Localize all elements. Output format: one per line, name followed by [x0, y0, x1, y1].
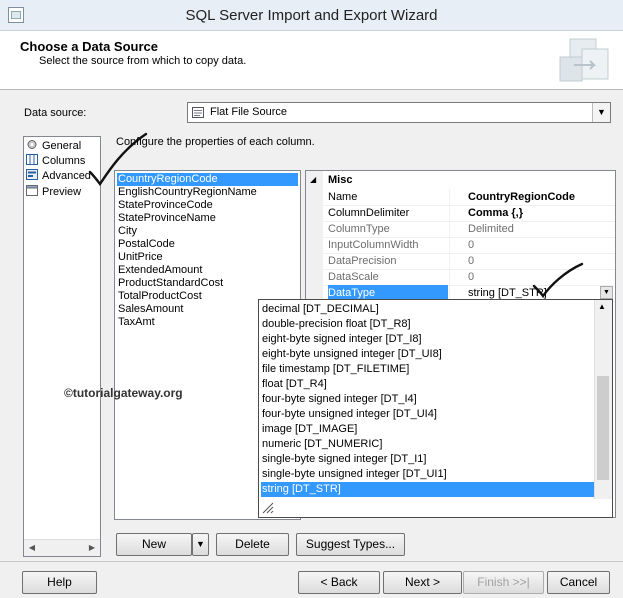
help-button[interactable]: Help — [22, 571, 97, 594]
dropdown-option[interactable]: double-precision float [DT_R8] — [261, 317, 595, 332]
property-value[interactable]: CountryRegionCode — [449, 189, 613, 205]
cancel-button[interactable]: Cancel — [547, 571, 610, 594]
dropdown-option[interactable]: numeric [DT_NUMERIC] — [261, 437, 595, 452]
back-button[interactable]: < Back — [298, 571, 380, 594]
dropdown-scrollbar[interactable]: ▲ — [594, 300, 612, 499]
scroll-right-icon[interactable]: ▶ — [84, 540, 100, 556]
property-name: ColumnDelimiter — [328, 207, 410, 219]
property-value: 0 — [449, 253, 613, 269]
chevron-down-icon[interactable]: ▼ — [592, 103, 610, 122]
dropdown-option[interactable]: string [DT_STR] — [261, 482, 595, 497]
sidebar-item-label: Preview — [42, 186, 82, 198]
property-name: InputColumnWidth — [328, 239, 419, 251]
preview-icon — [26, 185, 38, 196]
dropdown-option[interactable]: single-byte unsigned integer [DT_UI1] — [261, 467, 595, 482]
property-row-name[interactable]: Name CountryRegionCode — [323, 189, 615, 206]
dropdown-option[interactable]: eight-byte signed integer [DT_I8] — [261, 332, 595, 347]
dropdown-option[interactable]: eight-byte unsigned integer [DT_UI8] — [261, 347, 595, 362]
property-name: DataScale — [328, 271, 379, 283]
datatype-dropdown-list: decimal [DT_DECIMAL] double-precision fl… — [258, 299, 613, 518]
general-icon — [27, 140, 37, 149]
property-name: ColumnType — [328, 223, 390, 235]
suggest-types-button[interactable]: Suggest Types... — [296, 533, 405, 556]
resize-grip-icon[interactable] — [261, 501, 275, 515]
property-value: Delimited — [449, 221, 613, 237]
advanced-icon — [26, 169, 38, 180]
sidebar-item-advanced[interactable]: Advanced — [26, 169, 91, 184]
list-item[interactable]: ProductStandardCost — [117, 277, 298, 290]
flat-file-icon — [192, 107, 204, 118]
dropdown-option[interactable]: file timestamp [DT_FILETIME] — [261, 362, 595, 377]
next-button[interactable]: Next > — [383, 571, 462, 594]
data-source-select[interactable]: Flat File Source ▼ — [187, 102, 611, 123]
list-item[interactable]: ExtendedAmount — [117, 264, 298, 277]
list-item[interactable]: StateProvinceName — [117, 212, 298, 225]
page-subtitle: Select the source from which to copy dat… — [39, 55, 247, 67]
dropdown-option[interactable]: four-byte signed integer [DT_I4] — [261, 392, 595, 407]
wizard-header: Choose a Data Source Select the source f… — [0, 31, 623, 90]
watermark: ©tutorialgateway.org — [64, 386, 183, 400]
property-name: DataPrecision — [328, 255, 397, 267]
property-category: Misc — [328, 174, 353, 186]
new-button[interactable]: New — [116, 533, 192, 556]
property-row-column-type[interactable]: ColumnType Delimited — [323, 221, 615, 238]
sidebar-item-preview[interactable]: Preview — [26, 185, 81, 200]
list-item[interactable]: UnitPrice — [117, 251, 298, 264]
property-value: 0 — [449, 269, 613, 285]
sidebar-item-label: General — [42, 140, 82, 152]
sidebar-scrollbar[interactable]: ◀ ▶ — [24, 539, 100, 556]
scrollbar-thumb[interactable] — [597, 376, 609, 480]
collapse-icon[interactable]: ◢ — [310, 175, 316, 184]
dropdown-option[interactable]: single-byte signed integer [DT_I1] — [261, 452, 595, 467]
new-dropdown-icon[interactable]: ▼ — [192, 533, 209, 556]
dropdown-option[interactable]: image [DT_IMAGE] — [261, 422, 595, 437]
list-item[interactable]: StateProvinceCode — [117, 199, 298, 212]
window-title: SQL Server Import and Export Wizard — [185, 7, 438, 24]
property-value: 0 — [449, 237, 613, 253]
annotation-checkmark — [532, 262, 584, 299]
property-row-column-delimiter[interactable]: ColumnDelimiter Comma {,} — [323, 205, 615, 222]
sidebar-item-general[interactable]: General — [26, 139, 81, 154]
scroll-up-icon[interactable]: ▲ — [598, 302, 606, 311]
wizard-banner-icon — [559, 38, 609, 82]
dropdown-option[interactable]: float [DT_R4] — [261, 377, 595, 392]
annotation-checkmark — [88, 132, 148, 187]
sidebar-item-columns[interactable]: Columns — [26, 154, 85, 169]
property-value[interactable]: Comma {,} — [449, 205, 613, 221]
delete-button[interactable]: Delete — [216, 533, 289, 556]
dropdown-option[interactable]: decimal [DT_DECIMAL] — [261, 302, 595, 317]
property-name: Name — [328, 191, 358, 203]
footer-divider — [0, 561, 623, 562]
list-item[interactable]: City — [117, 225, 298, 238]
dropdown-option[interactable]: four-byte unsigned integer [DT_UI4] — [261, 407, 595, 422]
page-title: Choose a Data Source — [20, 39, 158, 54]
property-row-input-column-width[interactable]: InputColumnWidth 0 — [323, 237, 615, 254]
sidebar-item-label: Advanced — [42, 170, 91, 182]
data-source-label: Data source: — [24, 107, 87, 119]
title-bar: SQL Server Import and Export Wizard — [0, 0, 623, 31]
data-source-value: Flat File Source — [210, 106, 288, 118]
chevron-down-icon[interactable]: ▼ — [600, 286, 613, 299]
list-item[interactable]: PostalCode — [117, 238, 298, 251]
columns-icon — [26, 154, 38, 165]
finish-button[interactable]: Finish >>| — [463, 571, 544, 594]
sidebar-nav: General Columns Advanced Preview ◀ ▶ — [23, 136, 101, 557]
scroll-left-icon[interactable]: ◀ — [24, 540, 40, 556]
sidebar-item-label: Columns — [42, 155, 86, 167]
